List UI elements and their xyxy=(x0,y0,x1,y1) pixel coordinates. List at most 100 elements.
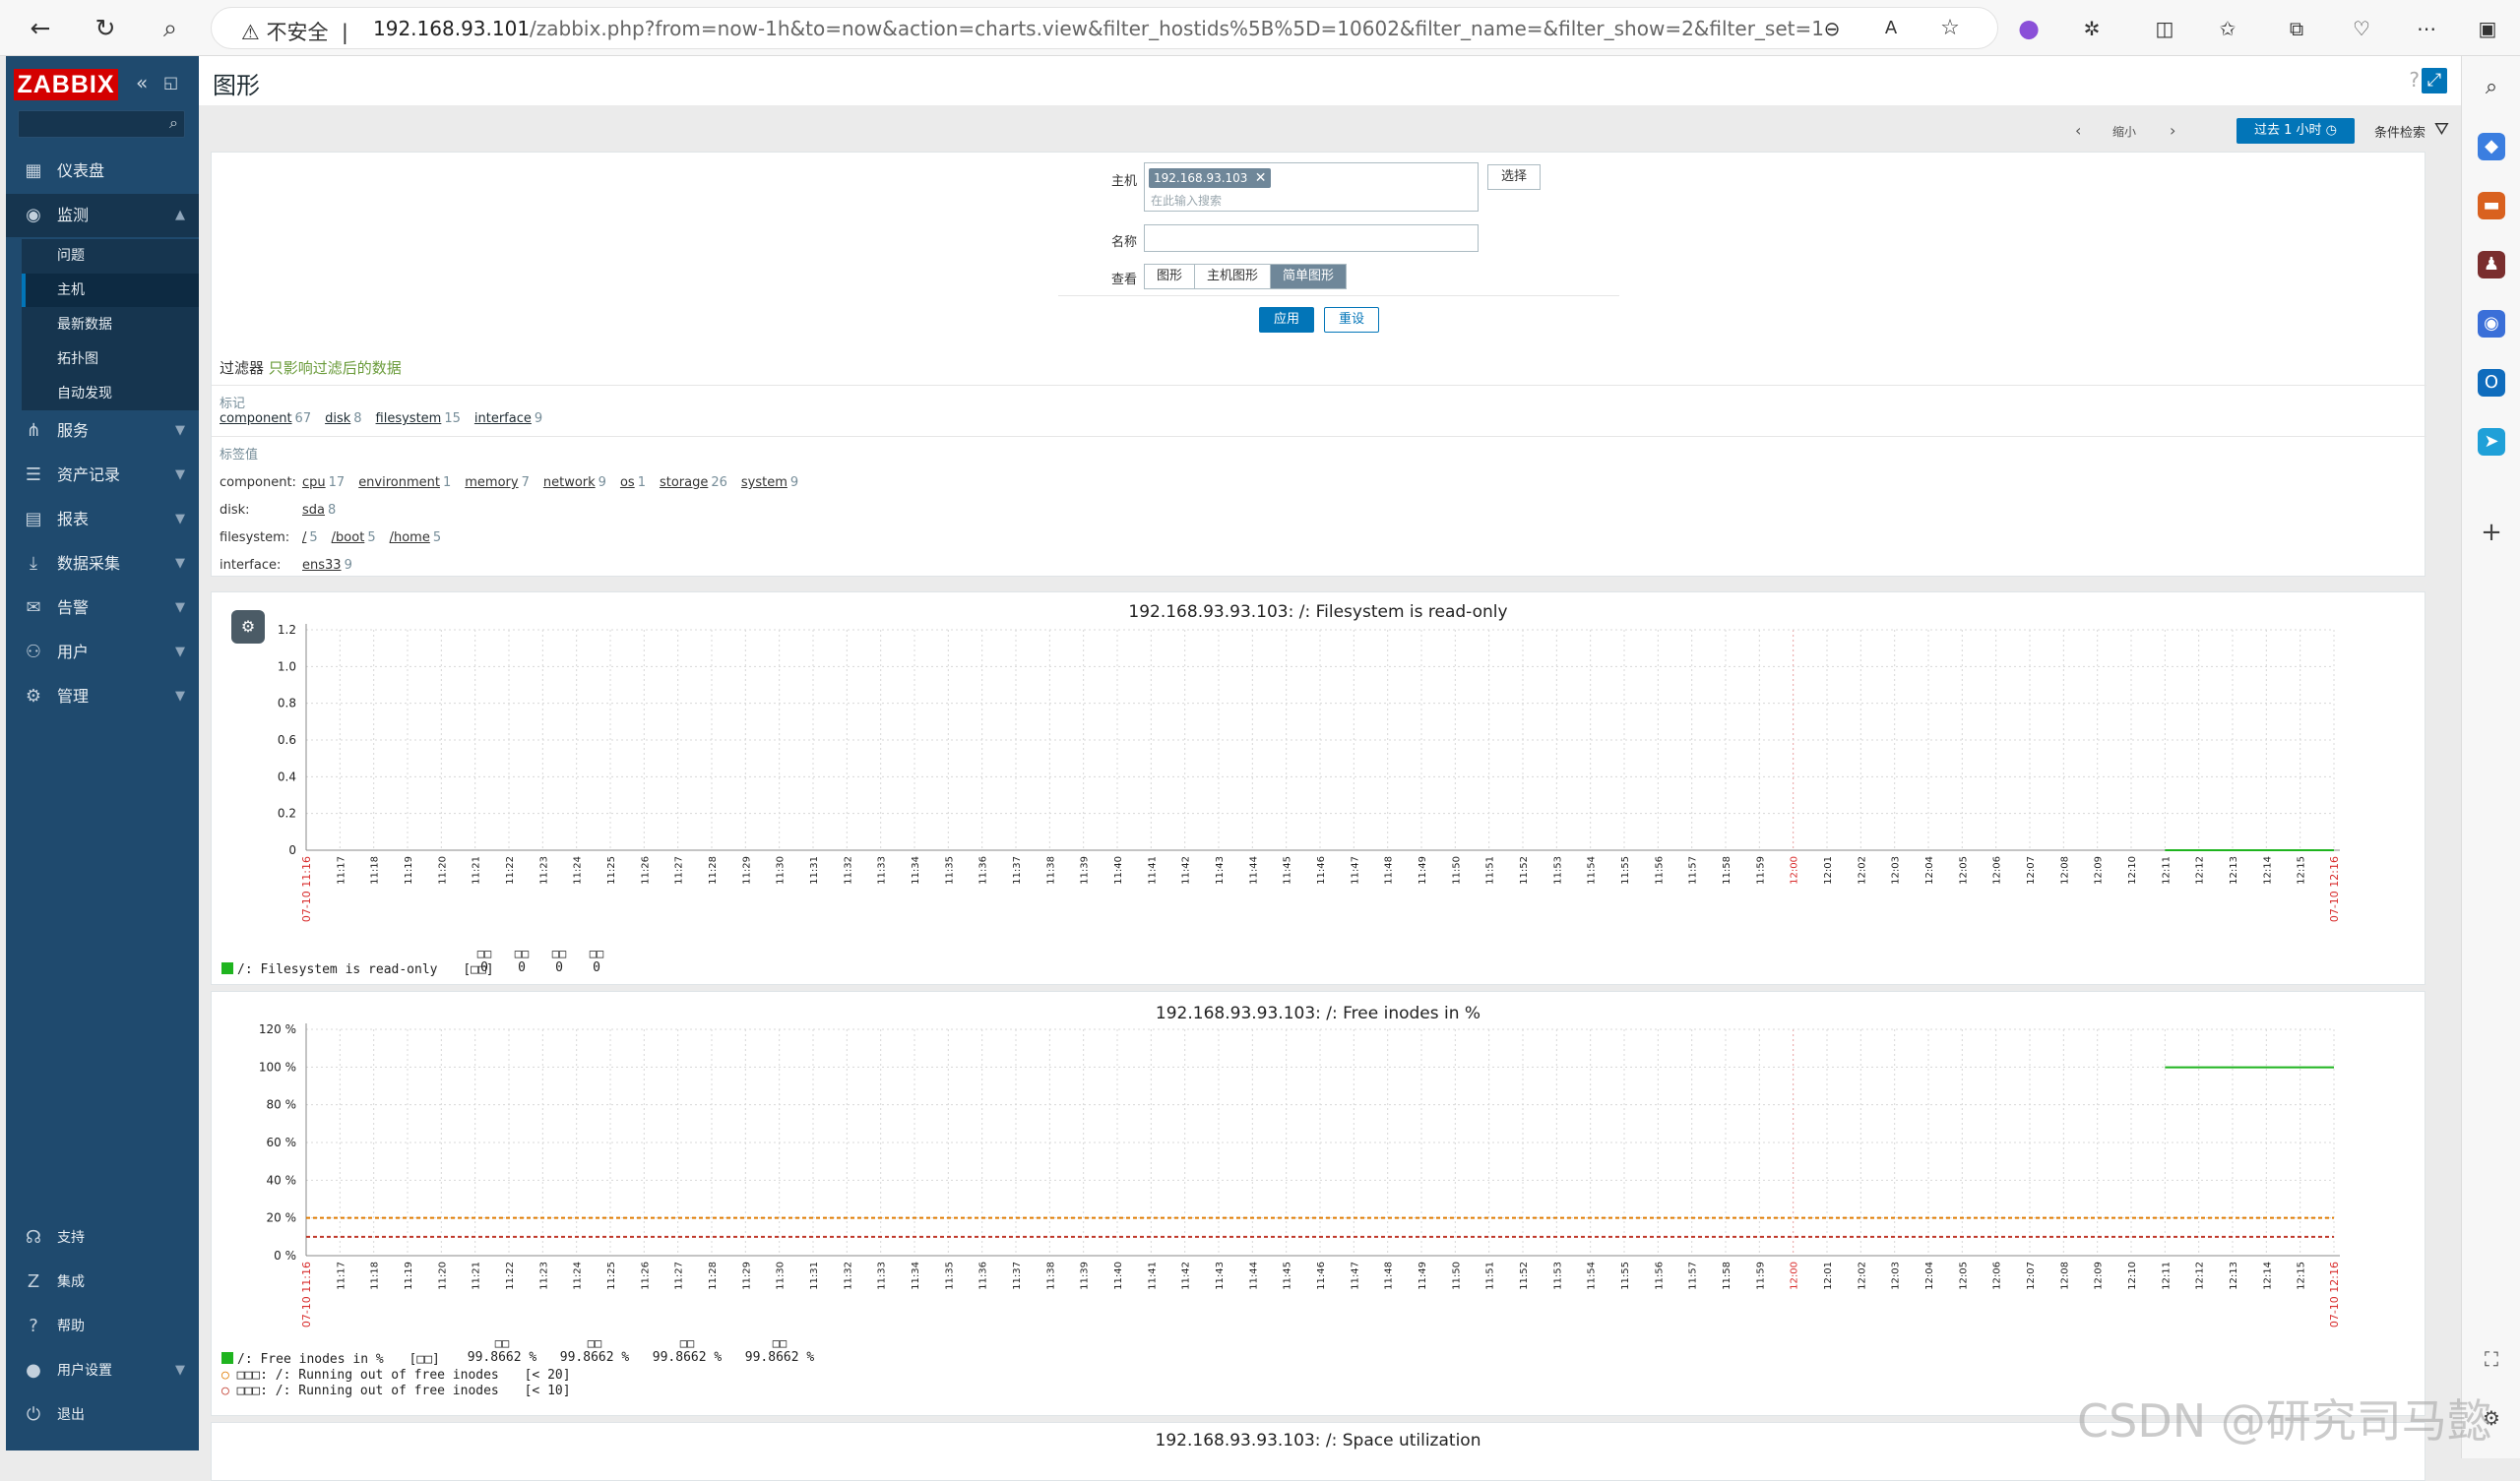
chevron-left-icon[interactable]: ‹ xyxy=(2075,121,2081,140)
menu-monitoring[interactable]: ◉ 监测 ▲ xyxy=(6,194,199,237)
tag-value-link[interactable]: os xyxy=(620,475,635,490)
tag-link[interactable]: disk xyxy=(325,411,350,426)
split-screen-icon[interactable]: ◫ xyxy=(2150,14,2179,43)
menu-support[interactable]: ☊ 支持 xyxy=(6,1216,199,1260)
sidebar-toggle-icon[interactable]: ▣ xyxy=(2473,14,2502,43)
toolbox-extension-icon[interactable]: ▬ xyxy=(2478,192,2505,219)
reset-button[interactable]: 重设 xyxy=(1324,307,1379,333)
tag-value-link[interactable]: ens33 xyxy=(302,558,342,573)
zoom-icon[interactable]: ⊖ xyxy=(1817,14,1847,43)
view-option-simple-graphs[interactable]: 简单图形 xyxy=(1271,265,1347,288)
tag-extension-icon[interactable]: ◆ xyxy=(2478,133,2505,160)
search-sidebar-icon[interactable]: ⌕ xyxy=(2478,74,2505,101)
apply-button[interactable]: 应用 xyxy=(1259,307,1314,333)
back-icon[interactable]: ← xyxy=(26,14,55,43)
select-host-button[interactable]: 选择 xyxy=(1487,164,1541,190)
performance-icon[interactable]: ♡ xyxy=(2347,14,2376,43)
host-multiselect[interactable]: 192.168.93.103 ✕ 在此输入搜索 xyxy=(1144,162,1479,212)
host-search-placeholder[interactable]: 在此输入搜索 xyxy=(1151,192,1222,209)
tag-link[interactable]: component xyxy=(220,411,292,426)
menu-inventory[interactable]: ☰ 资产记录 ▼ xyxy=(6,454,199,497)
view-option-host-graphs[interactable]: 主机图形 xyxy=(1195,265,1272,288)
graph-plot: 1.2 1.0 0.8 0.6 0.4 0.2 0 11:17 11:18 11:19 11:20 1… xyxy=(278,623,2341,922)
menu-administration[interactable]: ⚙ 管理 ▼ xyxy=(6,675,199,718)
tag-value-link[interactable]: cpu xyxy=(302,475,326,490)
filter-icon[interactable]: ⛛ xyxy=(2434,119,2449,140)
zabbix-logo[interactable]: ZABBIX xyxy=(14,69,118,100)
name-input[interactable] xyxy=(1144,224,1479,252)
menu-sign-out[interactable]: ⏻ 退出 xyxy=(6,1393,199,1437)
x-tick-label: 11:50 xyxy=(1451,856,1462,885)
menu-integrations[interactable]: Z 集成 xyxy=(6,1261,199,1304)
reload-icon[interactable]: ↻ xyxy=(91,14,120,43)
submenu-problems[interactable]: 问题 xyxy=(22,239,199,273)
menu-users[interactable]: ⚇ 用户 ▼ xyxy=(6,631,199,674)
menu-dashboard[interactable]: ▦ 仪表盘 xyxy=(6,150,199,193)
remove-host-icon[interactable]: ✕ xyxy=(1255,168,1267,188)
menu-reports[interactable]: ▤ 报表 ▼ xyxy=(6,498,199,541)
tag-link[interactable]: interface xyxy=(474,411,532,426)
x-tick-label: 11:30 xyxy=(776,1262,787,1290)
copilot-icon[interactable]: ● xyxy=(2014,14,2044,43)
menu-data-collection[interactable]: ⤓ 数据采集 ▼ xyxy=(6,542,199,586)
kiosk-mode-icon[interactable]: ⤢ xyxy=(2422,68,2447,93)
submenu-maps[interactable]: 拓扑图 xyxy=(22,342,199,376)
outlook-icon[interactable]: O xyxy=(2478,369,2505,397)
x-tick-label: 11:50 xyxy=(1451,1262,1462,1290)
menu-services[interactable]: ⋔ 服务 ▼ xyxy=(6,409,199,453)
tag-value-link[interactable]: /home xyxy=(390,530,430,545)
submenu-hosts[interactable]: 主机 xyxy=(22,274,199,307)
tag-value-link[interactable]: system xyxy=(741,475,788,490)
trigger-legend-2: ○ □□□: /: Running out of free inodes [< … xyxy=(221,1384,571,1398)
submenu-latest-data[interactable]: 最新数据 xyxy=(22,308,199,341)
more-menu-icon[interactable]: ⋯ xyxy=(2412,14,2441,43)
search-icon[interactable]: ⌕ xyxy=(156,14,185,43)
host-chip: 192.168.93.103 ✕ xyxy=(1149,168,1272,188)
send-extension-icon[interactable]: ➤ xyxy=(2478,428,2505,456)
url-text[interactable]: 192.168.93.101/zabbix.php?from=now-1h&to… xyxy=(373,17,1824,40)
menu-help[interactable]: ? 帮助 xyxy=(6,1305,199,1348)
filter-tab[interactable]: 条件检索 xyxy=(2374,122,2426,141)
tag-value-link[interactable]: network xyxy=(543,475,596,490)
x-tick-label: 12:07 xyxy=(2026,856,2037,885)
tag-value-count: 1 xyxy=(442,475,452,490)
hide-sidebar-icon[interactable]: ◱ xyxy=(163,73,178,92)
x-range-label: 07-10 11:16 xyxy=(300,856,313,922)
favorite-star-icon[interactable]: ☆ xyxy=(1935,14,1965,43)
address-bar[interactable]: ⚠ 不安全 | 192.168.93.101/zabbix.php?from=n… xyxy=(211,7,1998,49)
tag-value-link[interactable]: environment xyxy=(358,475,440,490)
add-extension-icon[interactable]: + xyxy=(2478,519,2505,546)
tag-value-link[interactable]: sda xyxy=(302,503,325,518)
security-warning[interactable]: ⚠ 不安全 | xyxy=(241,17,348,46)
tag-value-link[interactable]: /boot xyxy=(332,530,365,545)
time-period-tab[interactable]: 过去 1 小时 ◷ xyxy=(2236,118,2355,144)
chevron-right-icon[interactable]: › xyxy=(2170,121,2175,140)
view-option-graphs[interactable]: 图形 xyxy=(1145,265,1196,288)
tag-value-row: component: cpu 17 environment 1 memory 7 networ… xyxy=(220,475,812,490)
tag-count: 15 xyxy=(444,411,461,426)
screenshot-icon[interactable]: ⛶ xyxy=(2478,1345,2505,1373)
menu-user-settings[interactable]: ● 用户设置 ▼ xyxy=(6,1349,199,1392)
collapse-sidebar-icon[interactable]: « xyxy=(136,71,148,94)
favorites-icon[interactable]: ✩ xyxy=(2213,14,2242,43)
submenu-discovery[interactable]: 自动发现 xyxy=(22,377,199,410)
x-tick-label: 11:41 xyxy=(1147,856,1158,885)
tag-value-link[interactable]: storage xyxy=(660,475,708,490)
copilot-side-icon[interactable]: ◉ xyxy=(2478,310,2505,338)
chess-extension-icon[interactable]: ♟ xyxy=(2478,251,2505,278)
sidebar-search-input[interactable]: ⌕ xyxy=(18,110,185,138)
page-header: 图形 ? ⤢ xyxy=(199,56,2461,105)
read-aloud-icon[interactable]: A xyxy=(1876,14,1906,43)
tag-link[interactable]: filesystem xyxy=(376,411,442,426)
legend-stat-header: □□ xyxy=(494,1336,510,1350)
x-tick-label: 11:38 xyxy=(1045,1262,1056,1290)
help-icon[interactable]: ? xyxy=(2409,68,2420,92)
zoom-out-button[interactable]: 缩小 xyxy=(2112,123,2136,140)
menu-alerts[interactable]: ✉ 告警 ▼ xyxy=(6,586,199,630)
extensions-icon[interactable]: ✲ xyxy=(2077,14,2107,43)
tag-value-link[interactable]: memory xyxy=(465,475,518,490)
tag-value-link[interactable]: / xyxy=(302,530,306,545)
collections-icon[interactable]: ⧉ xyxy=(2282,14,2311,43)
legend-stat-value: 0 xyxy=(480,960,488,975)
legend-stat-column: □□ 99.8662 % xyxy=(458,1336,546,1365)
